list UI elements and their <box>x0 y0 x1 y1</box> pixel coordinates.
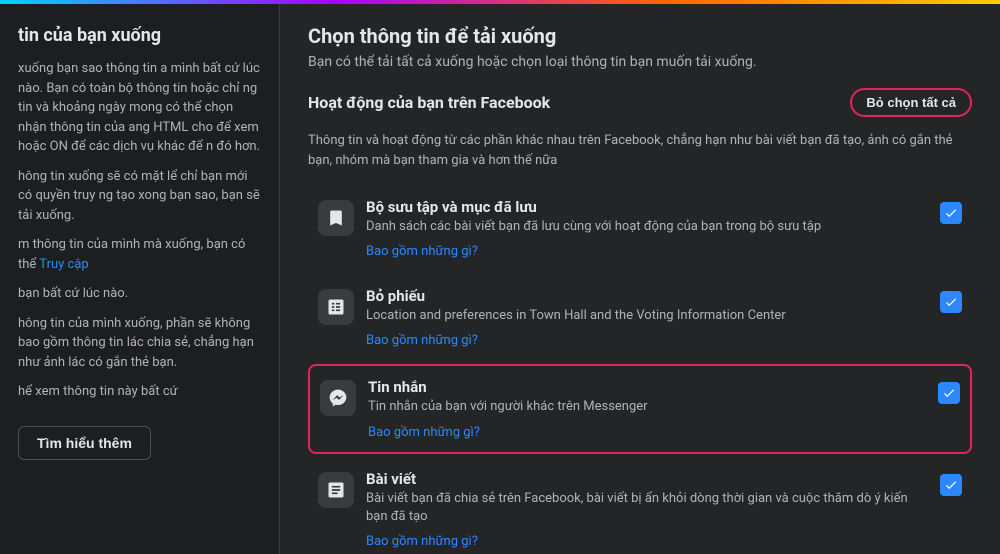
checkbox-collection[interactable] <box>940 202 962 224</box>
item-row-voting: Bỏ phiếu Location and preferences in Tow… <box>308 275 972 360</box>
right-panel: Chọn thông tin để tải xuống Bạn có thể t… <box>280 4 1000 554</box>
checkbox-messages[interactable] <box>938 382 960 404</box>
top-bar <box>0 0 1000 4</box>
messenger-icon <box>320 380 356 416</box>
item-link-voting[interactable]: Bao gồm những gì? <box>366 333 478 348</box>
item-content-messages: Tin nhắn Tin nhắn của bạn với người khác… <box>368 378 926 439</box>
left-para-1: xuống bạn sao thông tin a mình bất cứ lú… <box>18 59 261 157</box>
checkbox-posts[interactable] <box>940 474 962 496</box>
item-row-posts: Bài viết Bài viết bạn đã chia sẻ trên Fa… <box>308 458 972 554</box>
item-desc-messages: Tin nhắn của bạn với người khác trên Mes… <box>368 398 926 416</box>
item-title-posts: Bài viết <box>366 470 928 488</box>
item-link-messages[interactable]: Bao gồm những gì? <box>368 425 480 440</box>
item-row-collection: Bộ sưu tập và mục đã lưu Danh sách các b… <box>308 186 972 271</box>
ballot-icon <box>318 289 354 325</box>
left-panel: tin của bạn xuống xuống bạn sao thông ti… <box>0 4 280 554</box>
section-desc: Thông tin và hoạt động từ các phần khác … <box>308 131 972 170</box>
page-title: Chọn thông tin để tải xuống <box>308 24 972 48</box>
checkbox-voting[interactable] <box>940 291 962 313</box>
deselect-all-button[interactable]: Bỏ chọn tất cả <box>850 88 972 117</box>
left-para-2: hông tin xuống sẽ có mặt lể chỉ bạn mới … <box>18 167 261 226</box>
item-title-messages: Tin nhắn <box>368 378 926 396</box>
section-header: Hoạt động của bạn trên Facebook Bỏ chọn … <box>308 88 972 117</box>
checkbox-area-voting[interactable] <box>940 291 962 313</box>
left-para-6: hể xem thông tin này bất cứ <box>18 382 261 402</box>
item-title-collection: Bộ sưu tập và mục đã lưu <box>366 198 928 216</box>
item-content-voting: Bỏ phiếu Location and preferences in Tow… <box>366 287 928 348</box>
item-content-posts: Bài viết Bài viết bạn đã chia sẻ trên Fa… <box>366 470 928 549</box>
item-desc-posts: Bài viết bạn đã chia sẻ trên Facebook, b… <box>366 490 928 526</box>
item-link-posts[interactable]: Bao gồm những gì? <box>366 534 478 549</box>
left-heading: tin của bạn xuống <box>18 24 261 47</box>
access-link[interactable]: Truy cập <box>39 257 88 272</box>
left-para-3: m thông tin của mình mà xuống, bạn có th… <box>18 235 261 274</box>
left-para-5: hông tin của mình xuống, phần sẽ không b… <box>18 314 261 373</box>
items-container: Bộ sưu tập và mục đã lưu Danh sách các b… <box>308 186 972 554</box>
checkbox-area-collection[interactable] <box>940 202 962 224</box>
item-desc-voting: Location and preferences in Town Hall an… <box>366 307 928 325</box>
checkbox-area-posts[interactable] <box>940 474 962 496</box>
bookmark-icon <box>318 200 354 236</box>
checkbox-area-messages[interactable] <box>938 382 960 404</box>
learn-more-button[interactable]: Tìm hiểu thêm <box>18 426 151 460</box>
section-title: Hoạt động của bạn trên Facebook <box>308 93 550 112</box>
post-icon <box>318 472 354 508</box>
page-subtitle: Bạn có thể tải tất cả xuống hoặc chọn lo… <box>308 54 972 70</box>
item-desc-collection: Danh sách các bài viết bạn đã lưu cùng v… <box>366 218 928 236</box>
item-row-messages: Tin nhắn Tin nhắn của bạn với người khác… <box>308 364 972 453</box>
left-para-4: bạn bất cứ lúc nào. <box>18 284 261 304</box>
item-link-collection[interactable]: Bao gồm những gì? <box>366 244 478 259</box>
item-content-collection: Bộ sưu tập và mục đã lưu Danh sách các b… <box>366 198 928 259</box>
item-title-voting: Bỏ phiếu <box>366 287 928 305</box>
